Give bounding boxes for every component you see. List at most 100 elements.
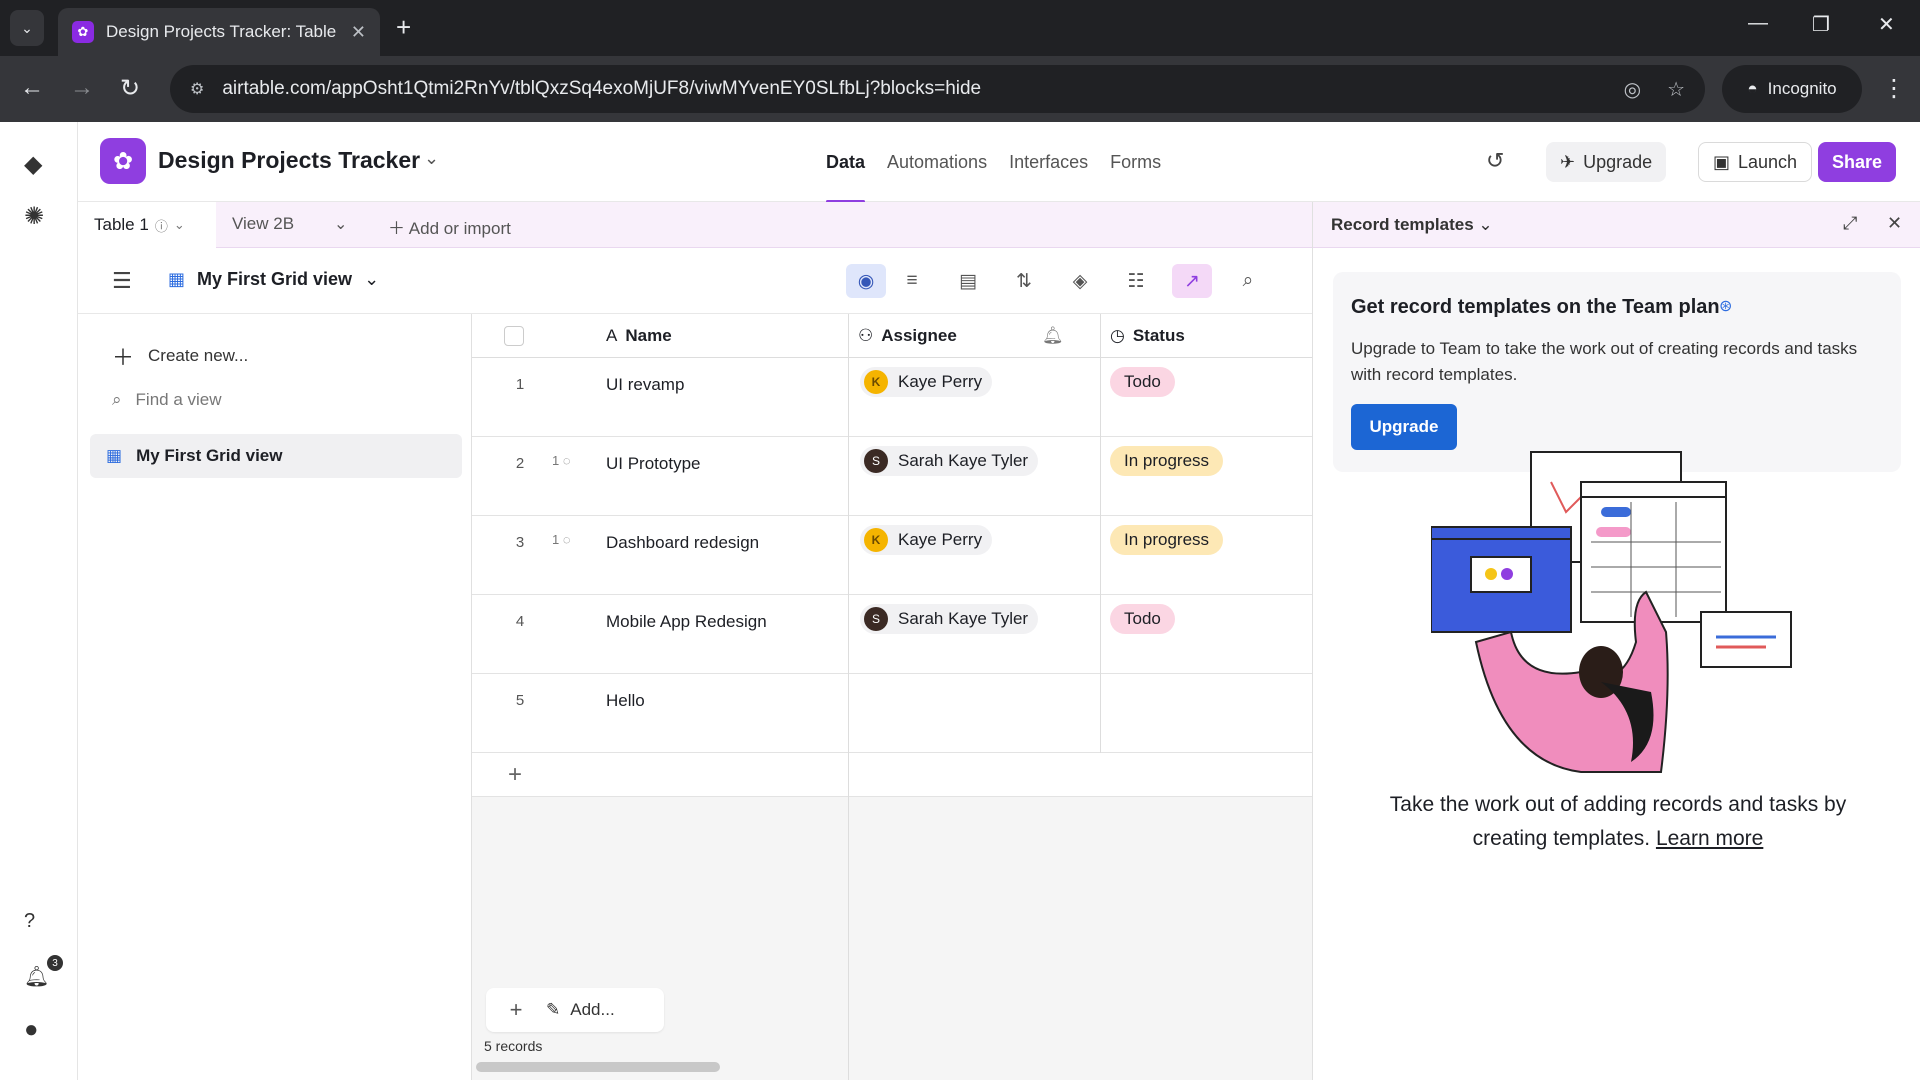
grid-icon: ▦ (168, 269, 186, 289)
back-icon[interactable]: ← (20, 74, 44, 102)
table-row[interactable]: 2 1 ◌ UI Prototype S Sarah Kaye Tyler In… (472, 437, 1312, 516)
close-window-icon[interactable]: ✕ (1878, 12, 1895, 37)
expand-icon[interactable]: ⤢ (1843, 213, 1857, 234)
notification-count-badge: 3 (47, 955, 63, 971)
comment-count[interactable]: 1 ◌ (552, 453, 571, 468)
bell-icon[interactable]: 🔔︎ (1042, 314, 1064, 358)
cell-assignee[interactable]: S Sarah Kaye Tyler (860, 604, 1039, 634)
app-left-rail: ◆ ✺ ? 🔔︎ ● (0, 122, 78, 1080)
find-view-input[interactable]: ⌕ Find a view (112, 390, 222, 410)
help-icon[interactable]: ? (24, 910, 35, 933)
cell-assignee[interactable]: S Sarah Kaye Tyler (860, 446, 1039, 476)
magic-wand-icon: ✎ (546, 1000, 561, 1019)
column-header-assignee[interactable]: ⚇ Assignee (858, 314, 957, 358)
add-record-button[interactable]: + (486, 997, 546, 1023)
select-all-checkbox[interactable] (504, 326, 524, 346)
table-tab-active[interactable]: Table 1 ⓘ ⌄ (78, 202, 216, 248)
table-tab-view2b[interactable]: View 2B (232, 214, 294, 234)
group-icon[interactable]: ▤ (948, 264, 988, 298)
close-tab-icon[interactable]: ✕ (351, 22, 366, 43)
tab-data[interactable]: Data (826, 122, 866, 203)
launch-button[interactable]: ▣ Launch (1698, 142, 1813, 182)
browser-menu-icon[interactable]: ⋮ (1882, 74, 1906, 103)
status-badge[interactable]: Todo (1110, 367, 1175, 397)
tab-interfaces[interactable]: Interfaces (1009, 122, 1088, 202)
cell-assignee[interactable]: K Kaye Perry (860, 367, 993, 397)
row-number: 1 (515, 376, 525, 393)
cell-name[interactable]: UI Prototype (606, 454, 701, 474)
row-number: 4 (515, 613, 525, 630)
base-icon[interactable]: ✿ (100, 138, 146, 184)
sort-icon[interactable]: ⇅ (1004, 264, 1044, 298)
add-field-button[interactable]: ✎ Add... (546, 1000, 615, 1020)
learn-more-link[interactable]: Learn more (1656, 827, 1763, 850)
forward-icon[interactable]: → (70, 74, 94, 102)
status-badge[interactable]: In progress (1110, 525, 1224, 555)
status-badge[interactable]: In progress (1110, 446, 1224, 476)
user-avatar[interactable]: ● (24, 1016, 39, 1044)
cell-name[interactable]: Mobile App Redesign (606, 612, 767, 632)
new-tab-button[interactable]: + (396, 12, 411, 43)
chevron-down-icon: ⌄ (1478, 215, 1493, 234)
table-row[interactable]: 4 Mobile App Redesign S Sarah Kaye Tyler… (472, 595, 1312, 674)
cell-name[interactable]: Hello (606, 691, 645, 711)
color-icon[interactable]: ◈ (1060, 264, 1100, 298)
browser-tab[interactable]: ✿ Design Projects Tracker: Table 1 ✕ (58, 8, 380, 56)
site-settings-icon[interactable]: ⚙ (190, 79, 204, 99)
status-badge[interactable]: Todo (1110, 604, 1175, 634)
bookmark-star-icon[interactable]: ☆ (1667, 77, 1685, 102)
toggle-sidebar-icon[interactable]: ☰ (112, 268, 132, 294)
airtable-home-icon[interactable]: ◆ (24, 150, 42, 179)
share-view-icon[interactable]: ↗ (1172, 264, 1212, 298)
tab-forms[interactable]: Forms (1110, 122, 1161, 202)
minimize-icon[interactable]: — (1748, 12, 1768, 35)
workspace-icon[interactable]: ✺ (24, 202, 44, 231)
info-icon[interactable]: ⓘ (155, 216, 168, 235)
eye-off-icon[interactable]: ◎ (1624, 77, 1641, 102)
table-row[interactable]: 3 1 ◌ Dashboard redesign K Kaye Perry In… (472, 516, 1312, 595)
create-new-view-button[interactable]: ＋ Create new... (112, 340, 248, 372)
cell-name[interactable]: UI revamp (606, 375, 684, 395)
row-number: 3 (515, 534, 525, 551)
column-header-name[interactable]: A Name (606, 314, 672, 358)
close-icon[interactable]: ✕ (1887, 213, 1902, 234)
chevron-down-icon[interactable]: ⌄ (424, 148, 439, 169)
cell-name[interactable]: Dashboard redesign (606, 533, 759, 553)
view-toolbar: ☰ ▦ My First Grid view ⌄ ◉ ≡ ▤ ⇅ ◈ ☷ ↗ ⌕ (78, 248, 1312, 314)
search-icon[interactable]: ⌕ (1228, 264, 1268, 298)
column-header-status[interactable]: ◷ Status (1110, 314, 1185, 358)
share-button[interactable]: Share (1818, 142, 1897, 182)
reload-icon[interactable]: ↻ (120, 74, 140, 103)
hide-fields-icon[interactable]: ◉ (846, 264, 886, 298)
avatar: S (864, 607, 888, 631)
sidebar-view-item[interactable]: ▦ My First Grid view (90, 434, 462, 478)
comment-count[interactable]: 1 ◌ (552, 532, 571, 547)
url-bar[interactable]: ⚙ airtable.com/appOsht1Qtmi2RnYv/tblQxzS… (170, 65, 1705, 113)
sidebar-view-label: My First Grid view (136, 446, 283, 465)
table-row[interactable]: 1 UI revamp K Kaye Perry Todo (472, 358, 1312, 437)
history-icon[interactable]: ↺ (1486, 148, 1504, 174)
browser-address-bar: ← → ↻ ⚙ airtable.com/appOsht1Qtmi2RnYv/t… (0, 56, 1920, 122)
notification-bell-icon[interactable]: 🔔︎ (24, 964, 49, 989)
chevron-down-icon[interactable]: ⌄ (174, 217, 185, 233)
tables-dropdown-icon[interactable]: ⌄ (334, 214, 347, 234)
tab-automations[interactable]: Automations (887, 122, 987, 202)
team-plan-icon: ⊛ (1719, 298, 1733, 315)
add-or-import-button[interactable]: ＋ Add or import (388, 214, 511, 239)
row-height-icon[interactable]: ☷ (1116, 264, 1156, 298)
add-row-button[interactable]: + (472, 753, 1312, 797)
incognito-badge[interactable]: ◓ Incognito (1722, 65, 1862, 113)
restore-icon[interactable]: ❐ (1812, 12, 1830, 37)
tab-search-button[interactable]: ⌄ (10, 10, 44, 46)
panel-title-dropdown[interactable]: Record templates ⌄ (1331, 215, 1493, 235)
upgrade-button[interactable]: ✈ Upgrade (1546, 142, 1667, 182)
base-title[interactable]: Design Projects Tracker (158, 147, 420, 174)
cell-assignee[interactable]: K Kaye Perry (860, 525, 993, 555)
assignee-name: Sarah Kaye Tyler (898, 451, 1029, 470)
search-icon: ⌕ (112, 390, 122, 409)
horizontal-scrollbar[interactable] (476, 1062, 720, 1072)
incognito-icon: ◓ (1747, 79, 1758, 98)
filter-icon[interactable]: ≡ (892, 264, 932, 298)
table-row[interactable]: 5 Hello (472, 674, 1312, 753)
view-switcher[interactable]: ▦ My First Grid view ⌄ (168, 269, 379, 290)
